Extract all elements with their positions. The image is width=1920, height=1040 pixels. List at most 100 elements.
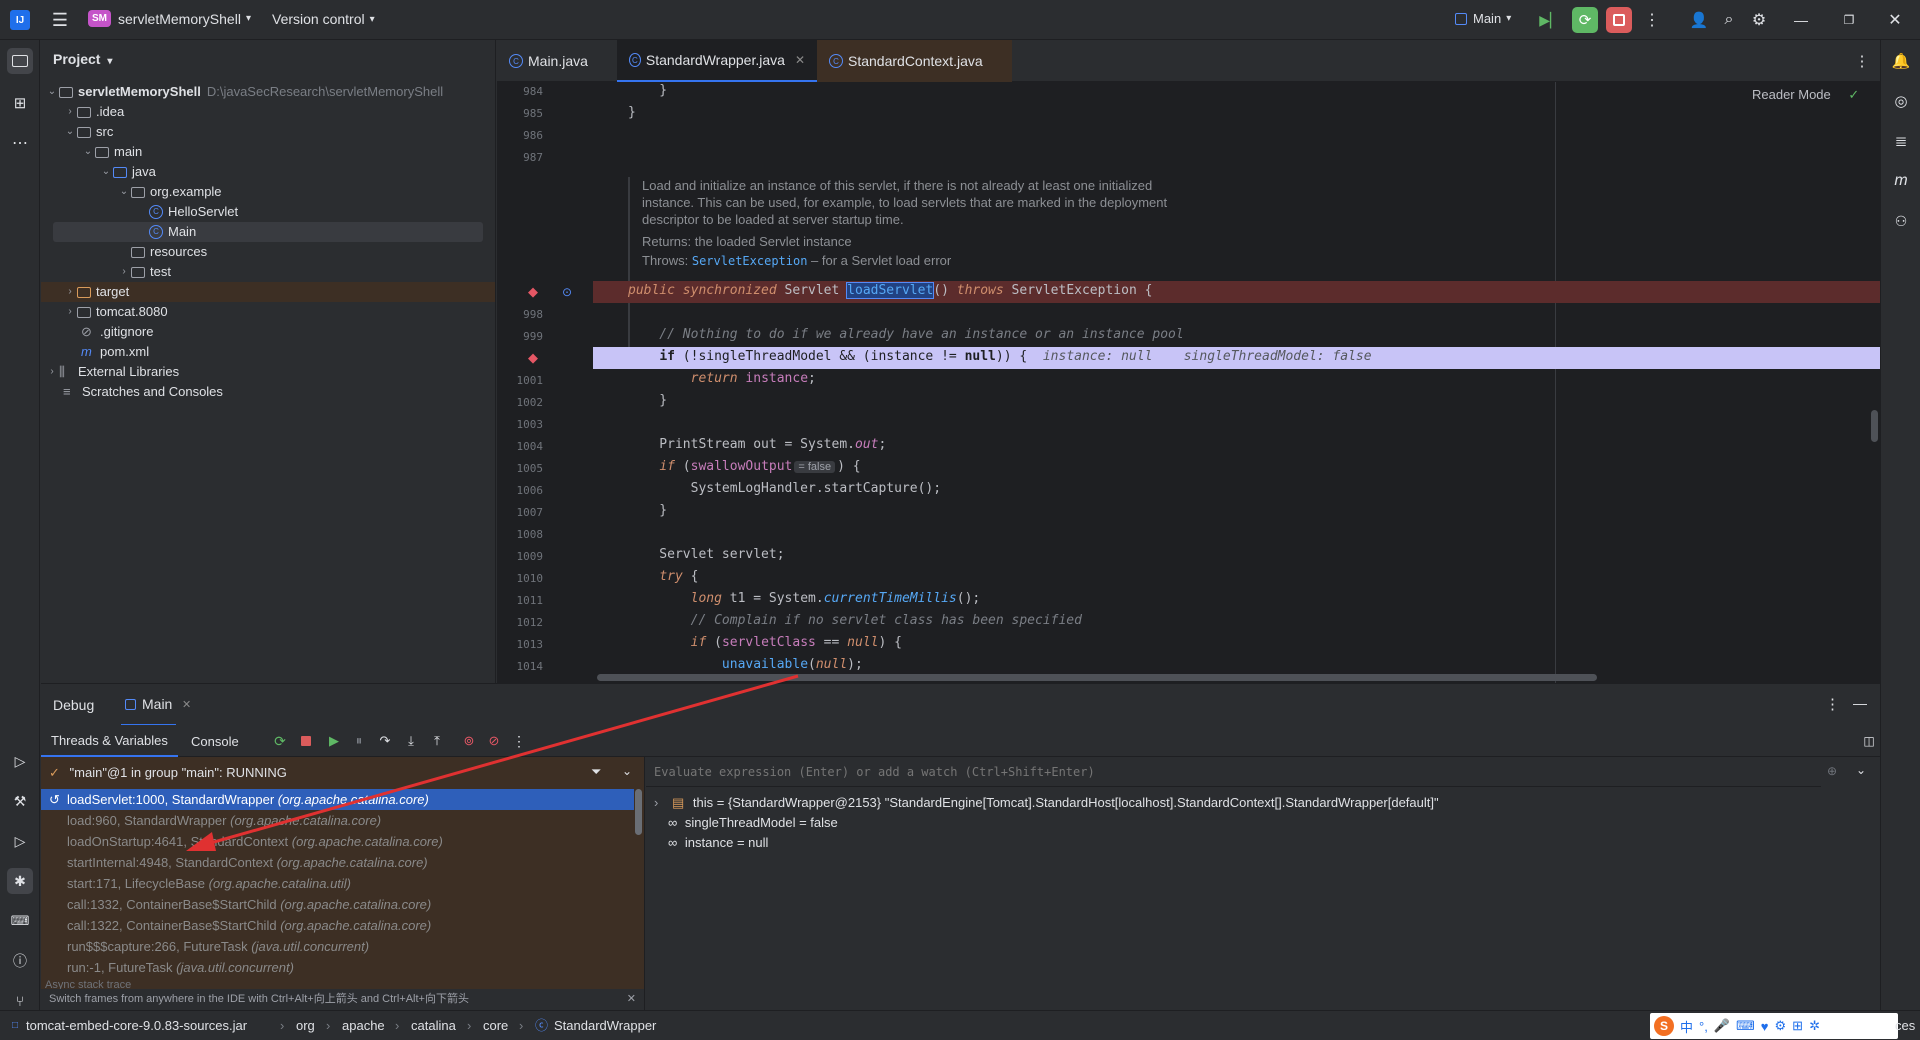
step-out-icon[interactable]: ⤒: [427, 731, 447, 751]
settings-gear-icon[interactable]: ⚙: [1748, 10, 1770, 30]
resume-icon[interactable]: ▶▏: [1539, 10, 1561, 30]
close-hint-icon[interactable]: ✕: [627, 989, 636, 1010]
tree-item-test[interactable]: › test: [117, 262, 171, 282]
add-user-icon[interactable]: 👤: [1688, 10, 1710, 30]
stop-icon[interactable]: [296, 731, 316, 751]
variable-singlethreadmodel[interactable]: ∞ singleThreadModel = false: [668, 815, 838, 830]
mute-breakpoints-icon[interactable]: ⊘: [484, 731, 504, 751]
tab-debug-main[interactable]: Main: [121, 684, 177, 726]
filter-icon[interactable]: ⏷: [591, 764, 601, 780]
overridden-method-icon[interactable]: ⊙: [559, 284, 575, 300]
database-icon[interactable]: ≣: [1888, 128, 1914, 154]
breadcrumb-catalina[interactable]: catalina: [411, 1011, 456, 1040]
more-options-icon[interactable]: ⋮: [1825, 695, 1840, 713]
breadcrumb-standardwrapper[interactable]: StandardWrapper: [554, 1011, 656, 1040]
app-logo-icon[interactable]: IJ: [10, 10, 30, 30]
more-actions-icon[interactable]: ⋮: [1642, 10, 1662, 30]
debug-bug-icon[interactable]: ✱: [7, 868, 33, 894]
tab-console[interactable]: Console: [191, 725, 239, 757]
frame-item[interactable]: startInternal:4948, StandardContext (org…: [41, 852, 634, 873]
tab-threads-variables[interactable]: Threads & Variables: [41, 725, 178, 757]
resume-program-icon[interactable]: ▶: [324, 731, 344, 751]
code-editor[interactable]: 984 985 986 987 998 999 1001 1002 1003 1…: [497, 82, 1880, 683]
breakpoint-icon[interactable]: ◆: [525, 350, 541, 366]
close-window-icon[interactable]: ✕: [1884, 10, 1906, 30]
frame-item[interactable]: start:171, LifecycleBase (org.apache.cat…: [41, 873, 634, 894]
input-method-toolbar[interactable]: S 中 °, 🎤 ⌨ ♥ ⚙ ⊞ ✲: [1650, 1013, 1898, 1039]
search-icon[interactable]: ⌕: [1718, 10, 1740, 30]
pause-icon[interactable]: ⏸: [349, 731, 369, 751]
more-tools-icon[interactable]: ⋯: [7, 130, 33, 156]
frames-scrollbar[interactable]: [635, 789, 642, 835]
breadcrumb-core[interactable]: core: [483, 1011, 508, 1040]
project-panel-header[interactable]: Project ▾: [53, 51, 112, 67]
step-over-icon[interactable]: ↷: [375, 731, 395, 751]
problems-icon[interactable]: ⓘ: [7, 948, 33, 974]
notifications-bell-icon[interactable]: 🔔: [1888, 48, 1914, 74]
layout-settings-icon[interactable]: ◫: [1859, 731, 1879, 751]
view-breakpoints-icon[interactable]: ⊚: [459, 731, 479, 751]
ai-assistant-icon[interactable]: ◎: [1888, 88, 1914, 114]
frame-item[interactable]: run:-1, FutureTask (java.util.concurrent…: [41, 957, 634, 978]
tree-item-package[interactable]: ⌄ org.example: [117, 182, 222, 202]
vcs-widget[interactable]: Version control ▾: [272, 11, 375, 27]
frame-item[interactable]: run$$$capture:266, FutureTask (java.util…: [41, 936, 634, 957]
tree-item-helloservlet[interactable]: C HelloServlet: [149, 202, 238, 222]
tab-main-java[interactable]: C Main.java: [497, 40, 617, 82]
frame-item[interactable]: loadOnStartup:4641, StandardContext (org…: [41, 831, 634, 852]
terminal-icon[interactable]: ⌨: [7, 908, 33, 934]
run-config-selector[interactable]: Main ▾: [1455, 11, 1511, 26]
horizontal-scrollbar[interactable]: [597, 674, 1597, 681]
tab-options-icon[interactable]: ⋮: [1852, 51, 1872, 71]
tree-item-external-libraries[interactable]: › ⫼ External Libraries: [45, 362, 179, 382]
breadcrumb-jar[interactable]: tomcat-embed-core-9.0.83-sources.jar: [26, 1011, 247, 1040]
breadcrumb-apache[interactable]: apache: [342, 1011, 385, 1040]
reader-mode-toggle[interactable]: Reader Mode ✓: [1752, 87, 1859, 103]
thread-selector[interactable]: ✓ "main"@1 in group "main": RUNNING: [49, 765, 287, 781]
tree-item-src[interactable]: ⌄ src: [63, 122, 114, 142]
frame-item[interactable]: ↺ loadServlet:1000, StandardWrapper (org…: [41, 789, 634, 810]
chevron-down-icon[interactable]: ⌄: [622, 764, 632, 778]
breadcrumb-org[interactable]: org: [296, 1011, 315, 1040]
tab-standardwrapper-java[interactable]: C StandardWrapper.java ✕: [617, 40, 817, 82]
restore-icon[interactable]: ❐: [1838, 10, 1860, 30]
main-menu-icon[interactable]: ☰: [50, 10, 70, 30]
hide-panel-icon[interactable]: —: [1853, 695, 1867, 711]
structure-icon[interactable]: ⊞: [7, 90, 33, 116]
chevron-down-icon[interactable]: ⌄: [1856, 763, 1866, 777]
project-tool-folder-icon[interactable]: [7, 48, 33, 74]
services-icon[interactable]: ▷: [7, 748, 33, 774]
tree-item-gitignore[interactable]: ⊘ .gitignore: [81, 322, 153, 342]
tree-item-main[interactable]: ⌄ main: [81, 142, 142, 162]
run-icon[interactable]: ▷: [7, 828, 33, 854]
rerun-debug-button[interactable]: ⟳: [1572, 7, 1598, 33]
rerun-icon[interactable]: ⟳: [270, 731, 290, 751]
build-hammer-icon[interactable]: ⚒: [7, 788, 33, 814]
project-widget[interactable]: SM servletMemoryShell ▾: [88, 10, 251, 27]
tab-debug[interactable]: Debug: [53, 697, 94, 713]
tree-item-resources[interactable]: resources: [131, 242, 207, 262]
tree-item-main-class[interactable]: C Main: [149, 222, 196, 242]
variable-this[interactable]: › ▤ this = {StandardWrapper@2153} "Stand…: [654, 795, 1439, 811]
vertical-scrollbar[interactable]: [1871, 410, 1878, 442]
method-breakpoint-icon[interactable]: ◆: [525, 284, 541, 300]
variable-instance[interactable]: ∞ instance = null: [668, 835, 768, 850]
tree-item-java[interactable]: ⌄ java: [99, 162, 156, 182]
evaluate-expression-input[interactable]: [646, 757, 1821, 787]
step-into-icon[interactable]: ⤓: [401, 731, 421, 751]
close-tab-icon[interactable]: ✕: [182, 698, 191, 711]
more-icon[interactable]: ⋮: [509, 731, 529, 751]
stop-button[interactable]: [1606, 7, 1632, 33]
minimize-icon[interactable]: —: [1790, 10, 1812, 30]
hierarchy-icon[interactable]: ⚇: [1888, 208, 1914, 234]
tree-item-pom[interactable]: m pom.xml: [81, 342, 149, 362]
tree-item-target[interactable]: › target: [63, 282, 129, 302]
frame-item[interactable]: call:1322, ContainerBase$StartChild (org…: [41, 915, 634, 936]
add-watch-icon[interactable]: ⊕: [1827, 764, 1837, 778]
frame-item[interactable]: call:1332, ContainerBase$StartChild (org…: [41, 894, 634, 915]
tree-item-scratches[interactable]: ≡ Scratches and Consoles: [63, 382, 223, 402]
tree-item-tomcat[interactable]: › tomcat.8080: [63, 302, 167, 322]
tree-item-root[interactable]: ⌄ servletMemoryShell D:\javaSecResearch\…: [45, 82, 443, 102]
close-tab-icon[interactable]: ✕: [795, 53, 805, 67]
maven-icon[interactable]: m: [1888, 168, 1914, 194]
